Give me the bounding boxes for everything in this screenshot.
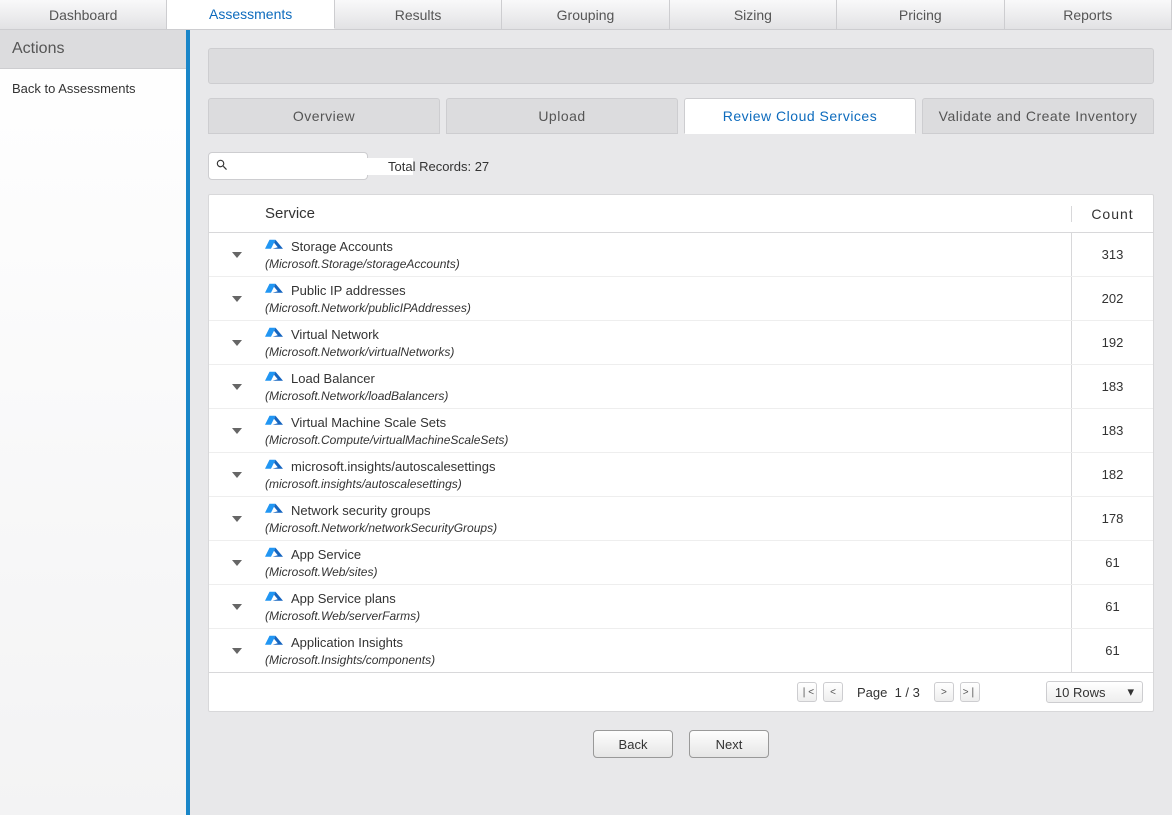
topnav-tab-grouping[interactable]: Grouping — [502, 0, 669, 29]
service-count: 182 — [1071, 453, 1153, 496]
expand-toggle[interactable] — [209, 585, 265, 628]
page-first-button[interactable]: ❘< — [797, 682, 817, 702]
service-resource-type: (Microsoft.Compute/virtualMachineScaleSe… — [265, 433, 1071, 447]
page-label: Page — [857, 685, 887, 700]
service-count: 313 — [1071, 233, 1153, 276]
expand-toggle[interactable] — [209, 453, 265, 496]
page-current: 1 / 3 — [895, 685, 920, 700]
azure-icon — [265, 282, 283, 299]
table-row: Network security groups (Microsoft.Networ… — [209, 497, 1153, 541]
expand-toggle[interactable] — [209, 541, 265, 584]
azure-icon — [265, 590, 283, 607]
sub-tabs: OverviewUploadReview Cloud ServicesValid… — [208, 98, 1154, 134]
expand-toggle[interactable] — [209, 277, 265, 320]
table-header: Service Count — [209, 195, 1153, 233]
table-row: Virtual Network (Microsoft.Network/virtua… — [209, 321, 1153, 365]
azure-icon — [265, 502, 283, 519]
table-row: App Service (Microsoft.Web/sites)61 — [209, 541, 1153, 585]
subtab-review-cloud-services[interactable]: Review Cloud Services — [684, 98, 916, 134]
topnav-tab-reports[interactable]: Reports — [1005, 0, 1172, 29]
service-count: 202 — [1071, 277, 1153, 320]
azure-icon — [265, 634, 283, 651]
topnav-tab-dashboard[interactable]: Dashboard — [0, 0, 167, 29]
rows-per-page-select[interactable]: 10 Rows ▾ — [1046, 681, 1143, 703]
expand-toggle[interactable] — [209, 365, 265, 408]
rows-select-label: 10 Rows — [1055, 685, 1106, 700]
service-name: App Service — [291, 547, 361, 562]
azure-icon — [265, 326, 283, 343]
topnav-tab-sizing[interactable]: Sizing — [670, 0, 837, 29]
service-name: Network security groups — [291, 503, 430, 518]
service-name: Virtual Network — [291, 327, 379, 342]
azure-icon — [265, 238, 283, 255]
azure-icon — [265, 458, 283, 475]
sidebar: Actions Back to Assessments — [0, 30, 190, 815]
service-name: Application Insights — [291, 635, 403, 650]
service-count: 61 — [1071, 629, 1153, 672]
service-count: 183 — [1071, 365, 1153, 408]
service-resource-type: (Microsoft.Network/publicIPAddresses) — [265, 301, 1071, 315]
azure-icon — [265, 370, 283, 387]
service-count: 192 — [1071, 321, 1153, 364]
topnav-tab-assessments[interactable]: Assessments — [167, 0, 334, 29]
service-resource-type: (Microsoft.Network/loadBalancers) — [265, 389, 1071, 403]
table-row: Virtual Machine Scale Sets (Microsoft.Com… — [209, 409, 1153, 453]
service-count: 61 — [1071, 541, 1153, 584]
table-row: Storage Accounts (Microsoft.Storage/stora… — [209, 233, 1153, 277]
back-button[interactable]: Back — [593, 730, 673, 758]
service-name: microsoft.insights/autoscalesettings — [291, 459, 495, 474]
expand-toggle[interactable] — [209, 409, 265, 452]
service-name: Storage Accounts — [291, 239, 393, 254]
total-records: Total Records: 27 — [388, 159, 489, 174]
top-nav: DashboardAssessmentsResultsGroupingSizin… — [0, 0, 1172, 30]
table-row: Application Insights (Microsoft.Insights/… — [209, 629, 1153, 672]
service-resource-type: (Microsoft.Insights/components) — [265, 653, 1071, 667]
topnav-tab-pricing[interactable]: Pricing — [837, 0, 1004, 29]
search-box[interactable] — [208, 152, 368, 180]
topnav-tab-results[interactable]: Results — [335, 0, 502, 29]
expand-toggle[interactable] — [209, 233, 265, 276]
search-input[interactable] — [233, 158, 413, 175]
service-count: 61 — [1071, 585, 1153, 628]
subtab-upload[interactable]: Upload — [446, 98, 678, 134]
service-resource-type: (Microsoft.Web/sites) — [265, 565, 1071, 579]
subtab-overview[interactable]: Overview — [208, 98, 440, 134]
search-icon — [215, 158, 229, 175]
service-resource-type: (Microsoft.Storage/storageAccounts) — [265, 257, 1071, 271]
expand-toggle[interactable] — [209, 629, 265, 672]
sidebar-title: Actions — [0, 30, 186, 69]
banner-strip — [208, 48, 1154, 84]
chevron-down-icon: ▾ — [1127, 684, 1134, 700]
service-count: 183 — [1071, 409, 1153, 452]
pager: ❘< < Page 1 / 3 > >❘ 10 Rows ▾ — [209, 672, 1153, 711]
table-row: Public IP addresses (Microsoft.Network/pu… — [209, 277, 1153, 321]
next-button[interactable]: Next — [689, 730, 769, 758]
page-last-button[interactable]: >❘ — [960, 682, 980, 702]
header-count[interactable]: Count — [1071, 206, 1153, 222]
service-resource-type: (Microsoft.Web/serverFarms) — [265, 609, 1071, 623]
services-table: Service Count Storage Accounts (Microsoft… — [208, 194, 1154, 712]
back-to-assessments-link[interactable]: Back to Assessments — [0, 69, 186, 108]
service-count: 178 — [1071, 497, 1153, 540]
service-name: Public IP addresses — [291, 283, 406, 298]
header-service[interactable]: Service — [265, 205, 1071, 222]
expand-toggle[interactable] — [209, 497, 265, 540]
table-row: App Service plans (Microsoft.Web/serverFa… — [209, 585, 1153, 629]
subtab-validate-and-create-inventory[interactable]: Validate and Create Inventory — [922, 98, 1154, 134]
page-prev-button[interactable]: < — [823, 682, 843, 702]
service-resource-type: (Microsoft.Network/networkSecurityGroups… — [265, 521, 1071, 535]
service-name: Virtual Machine Scale Sets — [291, 415, 446, 430]
page-next-button[interactable]: > — [934, 682, 954, 702]
table-row: Load Balancer (Microsoft.Network/loadBala… — [209, 365, 1153, 409]
expand-toggle[interactable] — [209, 321, 265, 364]
service-resource-type: (Microsoft.Network/virtualNetworks) — [265, 345, 1071, 359]
service-name: Load Balancer — [291, 371, 375, 386]
azure-icon — [265, 414, 283, 431]
service-resource-type: (microsoft.insights/autoscalesettings) — [265, 477, 1071, 491]
service-name: App Service plans — [291, 591, 396, 606]
azure-icon — [265, 546, 283, 563]
table-row: microsoft.insights/autoscalesettings (mic… — [209, 453, 1153, 497]
